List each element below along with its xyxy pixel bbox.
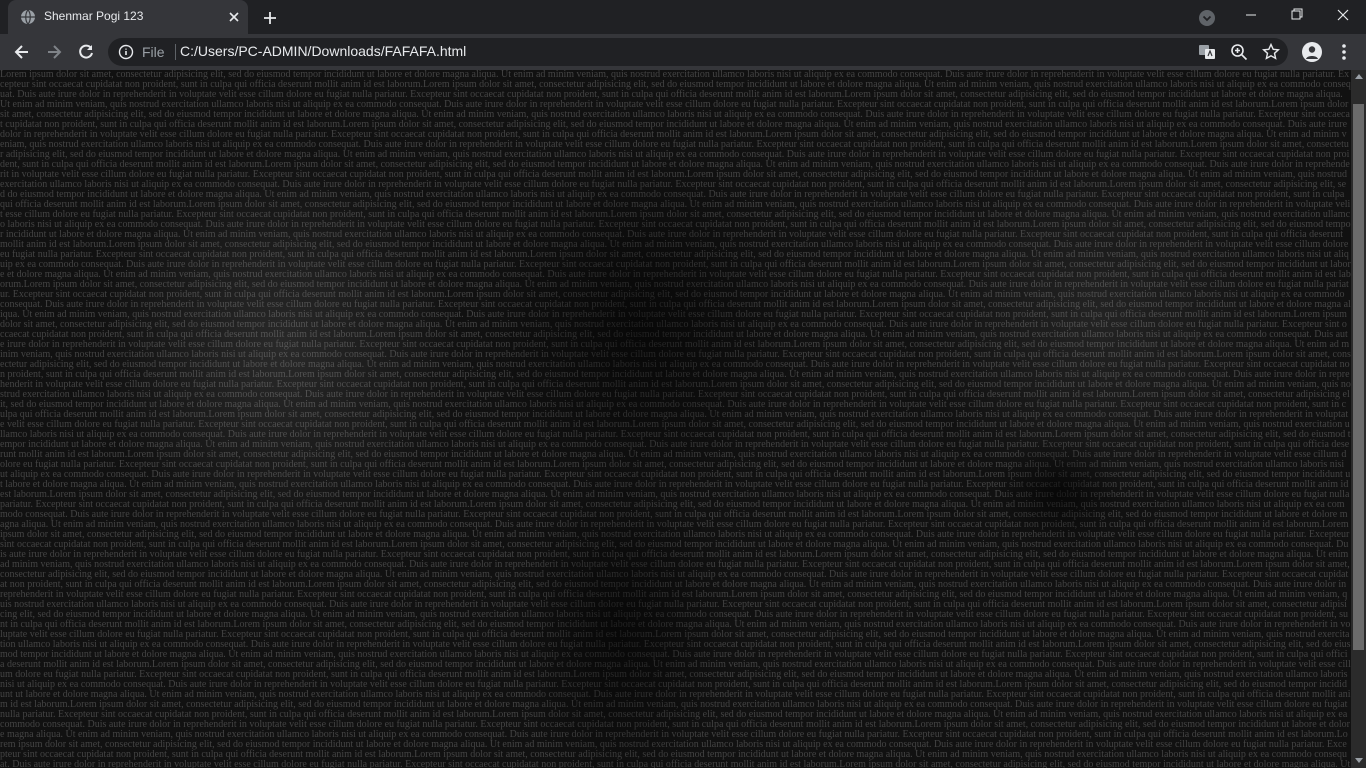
info-icon[interactable] <box>118 44 134 60</box>
page-viewport: Lorem ipsum dolor sit amet, consectetur … <box>0 70 1351 768</box>
zoom-icon[interactable] <box>1230 43 1248 61</box>
url-text[interactable]: C:/Users/PC-ADMIN/Downloads/FAFAFA.html <box>180 43 466 59</box>
kebab-icon[interactable] <box>1336 42 1352 62</box>
star-icon[interactable] <box>1262 43 1280 61</box>
scroll-up-arrow-icon[interactable] <box>1355 74 1363 79</box>
address-bar[interactable]: File C:/Users/PC-ADMIN/Downloads/FAFAFA.… <box>108 38 1288 66</box>
divider <box>175 44 176 60</box>
ascii-art-shading <box>0 70 1351 768</box>
close-icon[interactable] <box>226 9 242 25</box>
url-scheme-label: File <box>142 44 165 60</box>
minimize-button[interactable] <box>1228 0 1274 30</box>
tab-active[interactable]: Shenmar Pogi 123 <box>8 0 248 34</box>
tab-title: Shenmar Pogi 123 <box>44 9 144 23</box>
restore-button[interactable] <box>1274 0 1320 30</box>
chevron-down-icon[interactable] <box>1198 9 1216 27</box>
scrollbar-thumb[interactable] <box>1353 104 1364 650</box>
vertical-scrollbar[interactable] <box>1351 70 1366 768</box>
globe-icon <box>20 9 36 25</box>
arrow-right-icon[interactable] <box>44 42 64 62</box>
person-icon[interactable] <box>1302 42 1322 62</box>
arrow-left-icon[interactable] <box>12 42 32 62</box>
plus-icon[interactable] <box>260 8 280 28</box>
translate-icon[interactable] <box>1198 43 1216 61</box>
close-window-button[interactable] <box>1320 0 1366 30</box>
toolbar: File C:/Users/PC-ADMIN/Downloads/FAFAFA.… <box>0 34 1366 70</box>
tab-strip: Shenmar Pogi 123 <box>0 0 1366 34</box>
scroll-down-arrow-icon[interactable] <box>1355 758 1363 763</box>
reload-icon[interactable] <box>76 42 96 62</box>
